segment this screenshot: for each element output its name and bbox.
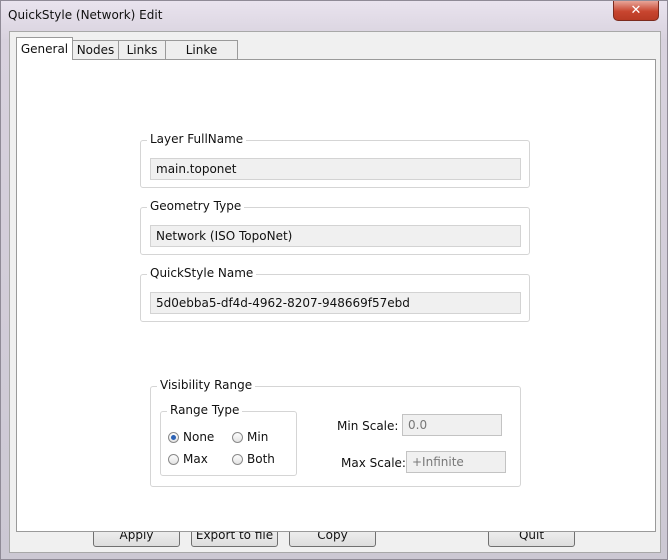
layer-fullname-label: Layer FullName [147,132,247,146]
radio-max-indicator [168,454,179,465]
dialog-body: General Nodes Links Linke Seeds Layer Fu… [9,31,661,553]
layer-fullname-group: Layer FullName main.toponet [140,132,530,188]
quickstyle-name-label: QuickStyle Name [147,266,257,280]
radio-max[interactable]: Max [168,451,208,467]
quickstyle-name-field[interactable]: 5d0ebba5-df4d-4962-8207-948669f57ebd [150,292,521,314]
radio-both[interactable]: Both [232,451,275,467]
close-button[interactable]: ✕ [613,1,659,21]
max-scale-input[interactable]: +Infinite [406,451,506,473]
radio-none[interactable]: None [168,429,214,445]
quickstyle-edit-window: QuickStyle (Network) Edit ✕ General Node… [0,0,668,560]
range-type-label: Range Type [167,403,243,417]
visibility-range-group: Visibility Range Range Type None Min Max… [150,378,521,487]
title-bar: QuickStyle (Network) Edit ✕ [1,1,667,31]
layer-fullname-field[interactable]: main.toponet [150,158,521,180]
geometry-type-label: Geometry Type [147,199,245,213]
close-icon: ✕ [630,3,642,18]
radio-min[interactable]: Min [232,429,268,445]
radio-none-indicator [168,432,179,443]
radio-min-label: Min [247,430,269,444]
min-scale-input[interactable]: 0.0 [402,414,502,436]
radio-both-label: Both [247,452,275,466]
tab-nodes[interactable]: Nodes [72,40,119,59]
max-scale-label: Max Scale: [341,456,406,470]
tab-linke-seeds[interactable]: Linke Seeds [165,40,238,75]
range-type-group: Range Type None Min Max Both [160,403,297,476]
tab-general[interactable]: General [16,37,73,60]
window-title: QuickStyle (Network) Edit [8,8,163,22]
geometry-type-field[interactable]: Network (ISO TopoNet) [150,225,521,247]
general-tab-panel: Layer FullName main.toponet Geometry Typ… [16,59,656,532]
visibility-range-label: Visibility Range [157,378,256,392]
radio-min-indicator [232,432,243,443]
min-scale-label: Min Scale: [337,419,399,433]
radio-none-label: None [183,430,215,444]
radio-max-label: Max [183,452,208,466]
quickstyle-name-group: QuickStyle Name 5d0ebba5-df4d-4962-8207-… [140,266,530,322]
radio-both-indicator [232,454,243,465]
geometry-type-group: Geometry Type Network (ISO TopoNet) [140,199,530,255]
tab-links[interactable]: Links [118,40,166,59]
